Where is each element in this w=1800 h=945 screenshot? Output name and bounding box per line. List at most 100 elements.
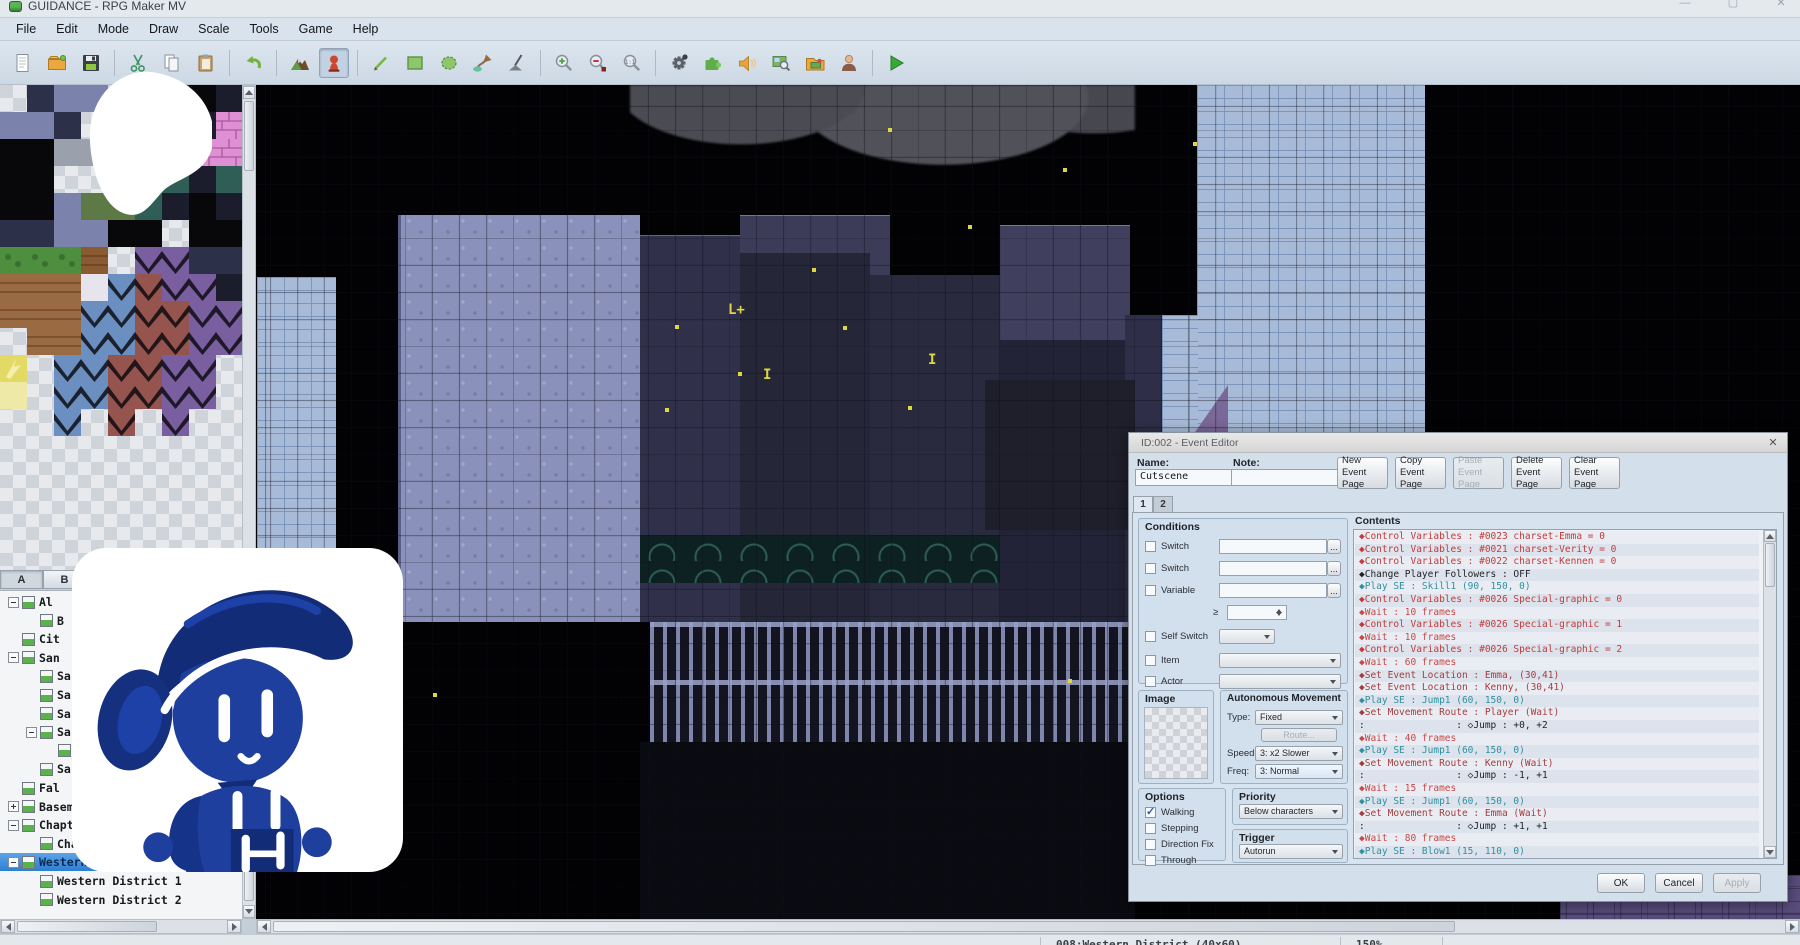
event-command-line[interactable]: ◆Play SE : Jump1 (60, 150, 0) bbox=[1355, 695, 1759, 708]
menu-item-edit[interactable]: Edit bbox=[46, 19, 88, 39]
tab-event-page-2[interactable]: 2 bbox=[1153, 496, 1173, 512]
event-searcher-button[interactable] bbox=[766, 48, 796, 78]
through-checkbox[interactable] bbox=[1145, 855, 1156, 866]
event-command-line[interactable]: ◆Set Event Location : Kenny, (30,41) bbox=[1355, 682, 1759, 695]
cancel-button[interactable]: Cancel bbox=[1655, 873, 1703, 893]
self-switch-checkbox[interactable] bbox=[1145, 631, 1156, 642]
menu-item-scale[interactable]: Scale bbox=[188, 19, 239, 39]
close-button-icon[interactable]: ✕ bbox=[1770, 0, 1792, 8]
apply-button[interactable]: Apply bbox=[1713, 873, 1761, 893]
switch2-checkbox[interactable] bbox=[1145, 563, 1156, 574]
menu-item-game[interactable]: Game bbox=[289, 19, 343, 39]
event-command-line[interactable]: ◆Wait : 10 frames bbox=[1355, 607, 1759, 620]
ok-button[interactable]: OK bbox=[1597, 873, 1645, 893]
playtest-button[interactable] bbox=[881, 48, 911, 78]
flood-fill-button[interactable] bbox=[468, 48, 498, 78]
delete-event-page-button[interactable]: Delete Event Page bbox=[1511, 457, 1562, 489]
event-command-line[interactable]: ◆Wait : 15 frames bbox=[1355, 783, 1759, 796]
collapse-icon[interactable] bbox=[26, 727, 37, 738]
event-command-line[interactable]: ◆Set Movement Route : Player (Wait) bbox=[1355, 707, 1759, 720]
scroll-up-icon[interactable] bbox=[243, 86, 255, 99]
palette-vertical-scrollbar[interactable] bbox=[242, 85, 256, 570]
resource-manager-button[interactable] bbox=[800, 48, 830, 78]
route-button[interactable]: Route... bbox=[1261, 728, 1337, 742]
switch1-checkbox[interactable] bbox=[1145, 541, 1156, 552]
switch1-picker-button[interactable]: ... bbox=[1327, 539, 1341, 554]
collapse-icon[interactable] bbox=[8, 857, 19, 868]
movement-freq-dropdown[interactable]: 3: Normal bbox=[1255, 764, 1343, 779]
tree-item-western-district-2[interactable]: Western District 2 bbox=[0, 891, 242, 909]
plugin-manager-button[interactable] bbox=[698, 48, 728, 78]
tab-event-page-1[interactable]: 1 bbox=[1133, 496, 1153, 512]
maximize-button-icon[interactable]: ▢ bbox=[1722, 0, 1744, 8]
menu-item-help[interactable]: Help bbox=[343, 19, 389, 39]
switch1-input[interactable] bbox=[1219, 539, 1327, 554]
palette-scroll-thumb[interactable] bbox=[244, 101, 254, 171]
sound-test-button[interactable] bbox=[732, 48, 762, 78]
priority-dropdown[interactable]: Below characters bbox=[1239, 804, 1343, 819]
undo-button[interactable] bbox=[238, 48, 268, 78]
shadow-pen-button[interactable] bbox=[502, 48, 532, 78]
event-command-line[interactable]: ◆Control Variables : #0026 Special-graph… bbox=[1355, 619, 1759, 632]
walking-checkbox[interactable]: ✓ bbox=[1145, 807, 1156, 818]
expand-icon[interactable] bbox=[8, 801, 19, 812]
tree-item-western-district-1[interactable]: Western District 1 bbox=[0, 872, 242, 890]
event-command-line[interactable]: ◆Play SE : Skill1 (90, 150, 0) bbox=[1355, 581, 1759, 594]
map-mode-button[interactable] bbox=[285, 48, 315, 78]
event-mode-button[interactable] bbox=[319, 48, 349, 78]
pencil-button[interactable] bbox=[366, 48, 396, 78]
menu-item-tools[interactable]: Tools bbox=[239, 19, 288, 39]
movement-type-dropdown[interactable]: Fixed bbox=[1255, 710, 1343, 725]
variable-picker-button[interactable]: ... bbox=[1327, 583, 1341, 598]
direction-fix-checkbox[interactable] bbox=[1145, 839, 1156, 850]
event-command-line[interactable]: ◆Set Movement Route : Emma (Wait) bbox=[1355, 808, 1759, 821]
variable-checkbox[interactable] bbox=[1145, 585, 1156, 596]
tree-horizontal-scrollbar[interactable] bbox=[0, 919, 242, 934]
scroll-up-icon[interactable] bbox=[1764, 530, 1776, 542]
event-command-line[interactable]: ◆Control Variables : #0026 Special-graph… bbox=[1355, 644, 1759, 657]
scroll-right-icon[interactable] bbox=[1785, 920, 1799, 933]
menu-item-draw[interactable]: Draw bbox=[139, 19, 188, 39]
minimize-button-icon[interactable]: — bbox=[1674, 0, 1696, 8]
ellipse-button[interactable] bbox=[434, 48, 464, 78]
menu-item-file[interactable]: File bbox=[6, 19, 46, 39]
open-project-button[interactable] bbox=[42, 48, 72, 78]
movement-speed-dropdown[interactable]: 3: x2 Slower bbox=[1255, 746, 1343, 761]
event-command-line[interactable]: ◆Wait : 40 frames bbox=[1355, 733, 1759, 746]
scroll-left-icon[interactable] bbox=[1, 920, 15, 933]
map-hscroll-thumb[interactable] bbox=[273, 921, 1455, 932]
stepping-checkbox[interactable] bbox=[1145, 823, 1156, 834]
item-dropdown[interactable] bbox=[1219, 653, 1341, 668]
new-project-button[interactable] bbox=[8, 48, 38, 78]
close-icon[interactable]: ✕ bbox=[1765, 435, 1781, 451]
event-command-line[interactable]: ◆Wait : 80 frames bbox=[1355, 833, 1759, 846]
event-contents-list[interactable]: ◆Control Variables : #0023 charset-Emma … bbox=[1353, 529, 1777, 859]
zoom-in-button[interactable] bbox=[549, 48, 579, 78]
event-command-line[interactable]: ◆Control Variables : #0023 charset-Emma … bbox=[1355, 531, 1759, 544]
actual-scale-button[interactable]: 1:1 bbox=[617, 48, 647, 78]
event-command-line[interactable]: ◆Change Player Followers : OFF bbox=[1355, 569, 1759, 582]
event-image-preview[interactable] bbox=[1144, 707, 1208, 779]
paste-event-page-button[interactable]: Paste Event Page bbox=[1453, 457, 1504, 489]
event-command-line[interactable]: ◆Play SE : Jump1 (60, 150, 0) bbox=[1355, 796, 1759, 809]
menu-item-mode[interactable]: Mode bbox=[88, 19, 139, 39]
actor-dropdown[interactable] bbox=[1219, 674, 1341, 689]
rectangle-button[interactable] bbox=[400, 48, 430, 78]
variable-value-spinner[interactable] bbox=[1227, 605, 1287, 620]
tree-hscroll-thumb[interactable] bbox=[17, 921, 157, 932]
clear-event-page-button[interactable]: Clear Event Page bbox=[1569, 457, 1620, 489]
tab-palette-a[interactable]: A bbox=[0, 570, 43, 589]
event-command-line[interactable]: : : ◇Jump : -1, +1 bbox=[1355, 770, 1759, 783]
character-generator-button[interactable] bbox=[834, 48, 864, 78]
collapse-icon[interactable] bbox=[8, 597, 19, 608]
zoom-out-button[interactable] bbox=[583, 48, 613, 78]
scroll-left-icon[interactable] bbox=[257, 920, 271, 933]
collapse-icon[interactable] bbox=[8, 820, 19, 831]
event-command-line[interactable]: ◆Wait : 10 frames bbox=[1355, 632, 1759, 645]
copy-event-page-button[interactable]: Copy Event Page bbox=[1395, 457, 1446, 489]
scroll-right-icon[interactable] bbox=[227, 920, 241, 933]
event-command-line[interactable]: ◆Control Variables : #0022 charset-Kenne… bbox=[1355, 556, 1759, 569]
actor-checkbox[interactable] bbox=[1145, 676, 1156, 687]
event-command-line[interactable]: ◆Play SE : Jump1 (60, 150, 0) bbox=[1355, 745, 1759, 758]
contents-vertical-scrollbar[interactable] bbox=[1763, 530, 1776, 858]
